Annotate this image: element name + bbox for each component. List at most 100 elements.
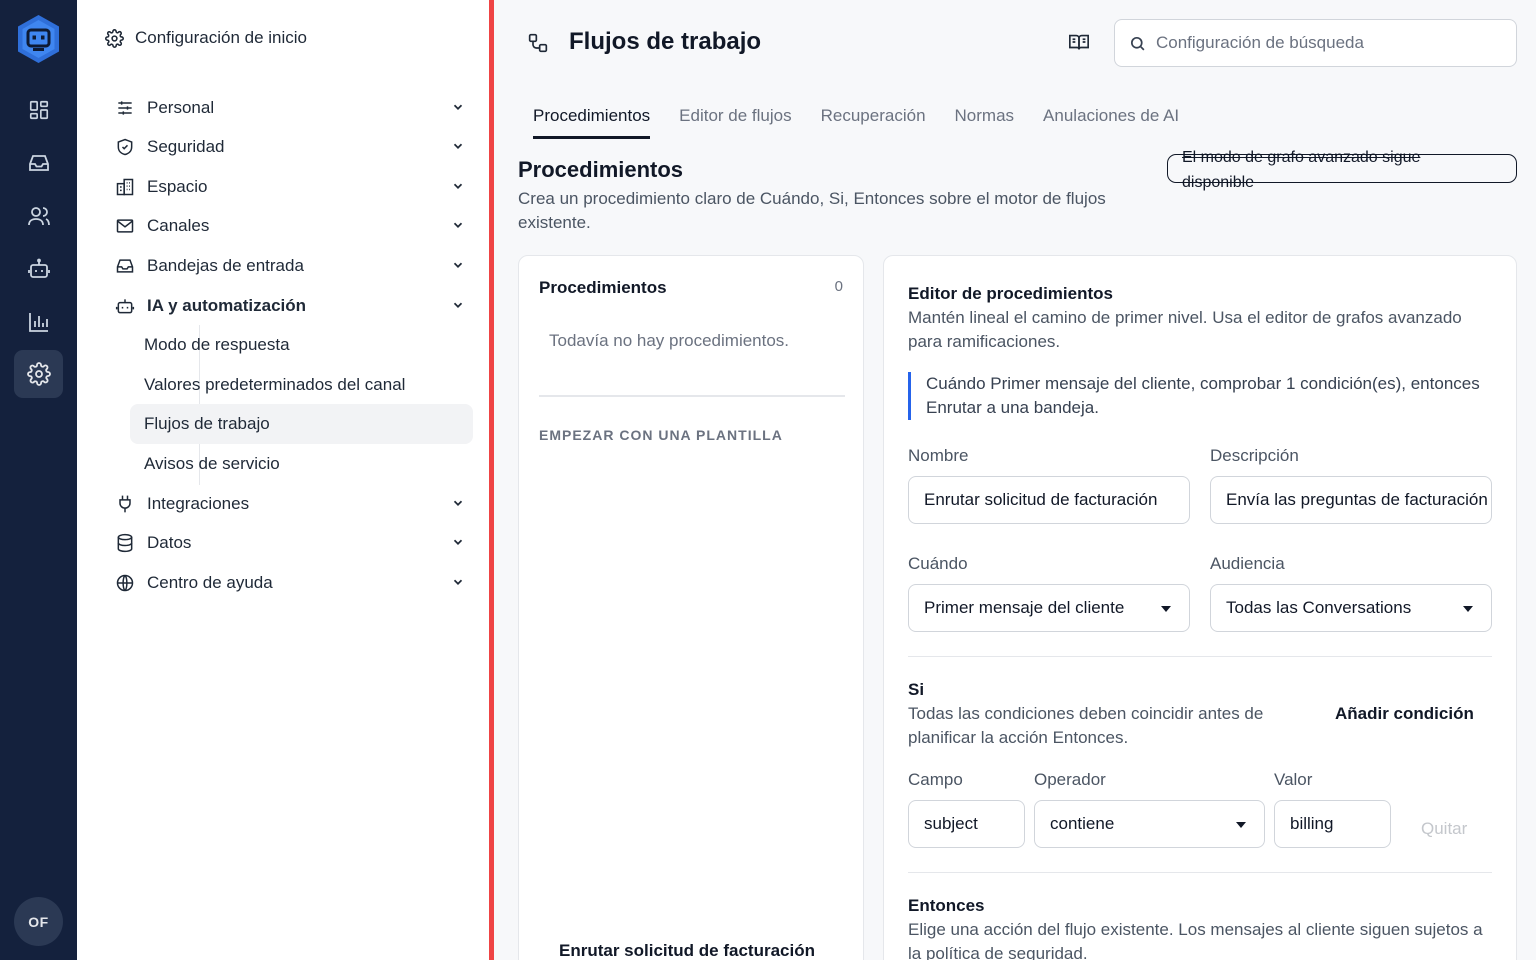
if-title: Si: [908, 680, 925, 699]
nav-section-bandejas[interactable]: Bandejas de entrada: [115, 248, 465, 284]
template-item[interactable]: Enrutar solicitud de facturación: [559, 941, 815, 960]
nav-section-datos[interactable]: Datos: [115, 525, 465, 561]
nav-section-label: Centro de ayuda: [147, 573, 273, 592]
search-input[interactable]: [1156, 33, 1486, 53]
nav-section-canales[interactable]: Canales: [115, 208, 465, 244]
docs-button[interactable]: [1068, 31, 1090, 53]
inbox-icon: [116, 259, 134, 273]
tab-procedimientos[interactable]: Procedimientos: [533, 106, 651, 139]
settings-nav: Configuración de inicio Personal Segurid…: [77, 0, 490, 960]
condition-value-input[interactable]: billing: [1274, 800, 1391, 848]
bot-icon: [115, 299, 135, 314]
when-select[interactable]: Primer mensaje del cliente: [908, 584, 1190, 632]
bot-icon[interactable]: [14, 245, 63, 293]
panel-divider: [489, 0, 494, 960]
description-field[interactable]: Envía las preguntas de facturación: [1210, 476, 1492, 524]
when-label: Cuándo: [908, 554, 968, 573]
condition-field-input[interactable]: subject: [908, 800, 1025, 848]
chevron-down-icon: [453, 579, 463, 585]
nav-section-label: Seguridad: [147, 137, 225, 156]
add-condition-button[interactable]: Añadir condición: [1335, 704, 1474, 724]
nav-section-personal[interactable]: Personal: [115, 90, 465, 126]
nav-section-label: Espacio: [147, 177, 208, 196]
workflow-icon: [528, 33, 548, 53]
settings-home-link[interactable]: Configuración de inicio: [105, 28, 307, 48]
database-icon: [117, 533, 133, 553]
advanced-graph-notice[interactable]: El modo de grafo avanzado sigue disponib…: [1167, 149, 1517, 191]
nav-subitem-valores-canal[interactable]: Valores predeterminados del canal: [130, 365, 473, 405]
if-description: Todas las condiciones deben coincidir an…: [908, 704, 1264, 747]
chevron-down-icon: [453, 302, 463, 308]
audience-select[interactable]: Todas las Conversations: [1210, 584, 1492, 632]
nav-section-centro-ayuda[interactable]: Centro de ayuda: [115, 565, 465, 601]
app-logo[interactable]: [16, 14, 61, 64]
building-icon: [116, 178, 134, 196]
procedure-editor-card: Editor de procedimientos Mantén lineal e…: [883, 255, 1517, 960]
nav-subitem-flujos-trabajo[interactable]: Flujos de trabajo: [130, 404, 473, 444]
sliders-icon: [118, 101, 132, 115]
operator-select-value: contiene: [1050, 814, 1115, 833]
caret-down-icon: [1161, 606, 1171, 612]
audience-select-value: Todas las Conversations: [1226, 598, 1412, 617]
description-label: Descripción: [1210, 446, 1299, 465]
nav-section-label: Canales: [147, 216, 210, 235]
nav-section-label: Personal: [147, 98, 215, 117]
then-title: Entonces: [908, 896, 985, 915]
advanced-graph-notice-text: El modo de grafo avanzado sigue disponib…: [1182, 149, 1421, 191]
procedures-list-card: Procedimientos 0 Todavía no hay procedim…: [518, 255, 864, 960]
nav-section-espacio[interactable]: Espacio: [115, 169, 465, 205]
nav-section-ia[interactable]: IA y automatización: [115, 288, 465, 324]
remove-condition-button[interactable]: Quitar: [1421, 819, 1467, 839]
section-description: Crea un procedimiento claro de Cuándo, S…: [518, 189, 1106, 232]
dashboard-icon[interactable]: [14, 86, 63, 134]
settings-search[interactable]: [1114, 19, 1517, 67]
settings-home-label: Configuración de inicio: [135, 28, 307, 47]
procedures-count: 0: [834, 278, 843, 295]
chevron-down-icon: [453, 104, 463, 110]
name-field[interactable]: Enrutar solicitud de facturación: [908, 476, 1190, 524]
operator-label: Operador: [1034, 770, 1106, 789]
inbox-icon[interactable]: [14, 139, 63, 187]
name-label: Nombre: [908, 446, 969, 465]
chevron-down-icon: [453, 143, 463, 149]
nav-section-label: IA y automatización: [147, 296, 307, 315]
reports-icon[interactable]: [14, 298, 63, 346]
contacts-icon[interactable]: [14, 192, 63, 240]
user-avatar[interactable]: OF: [14, 897, 63, 946]
globe-icon: [116, 574, 134, 592]
procedures-list-title: Procedimientos: [539, 278, 667, 297]
tab-editor-flujos[interactable]: Editor de flujos: [679, 106, 791, 139]
editor-title: Editor de procedimientos: [908, 284, 1113, 303]
audience-label: Audiencia: [1210, 554, 1285, 573]
nav-section-seguridad[interactable]: Seguridad: [115, 129, 465, 165]
gear-icon: [105, 28, 124, 48]
section-title: Procedimientos: [518, 157, 684, 182]
procedure-summary: Cuándo Primer mensaje del cliente, compr…: [908, 372, 1508, 420]
value-label: Valor: [1274, 770, 1313, 789]
nav-section-label: Integraciones: [147, 494, 250, 513]
chevron-down-icon: [453, 183, 463, 189]
nav-section-integraciones[interactable]: Integraciones: [115, 486, 465, 522]
book-icon: [1069, 34, 1089, 50]
operator-select[interactable]: contiene: [1034, 800, 1265, 848]
settings-icon[interactable]: [14, 350, 63, 398]
tab-recuperacion[interactable]: Recuperación: [821, 106, 926, 139]
chevron-down-icon: [453, 539, 463, 545]
nav-subitem-avisos-servicio[interactable]: Avisos de servicio: [130, 444, 473, 484]
plug-icon: [119, 495, 131, 513]
editor-description: Mantén lineal el camino de primer nivel.…: [908, 308, 1462, 351]
tab-normas[interactable]: Normas: [955, 106, 1015, 139]
nav-section-label: Datos: [147, 533, 192, 552]
nav-subitem-modo-respuesta[interactable]: Modo de respuesta: [130, 325, 473, 365]
page-title: Flujos de trabajo: [569, 28, 762, 55]
chevron-down-icon: [453, 262, 463, 268]
chevron-down-icon: [453, 222, 463, 228]
divider: [908, 872, 1492, 873]
search-icon: [1130, 36, 1145, 50]
tab-anulaciones-ai[interactable]: Anulaciones de AI: [1043, 106, 1179, 139]
chevron-down-icon: [453, 500, 463, 506]
caret-down-icon: [1236, 822, 1246, 828]
shield-icon: [117, 138, 133, 156]
icon-rail: OF: [0, 0, 77, 960]
field-label: Campo: [908, 770, 963, 789]
